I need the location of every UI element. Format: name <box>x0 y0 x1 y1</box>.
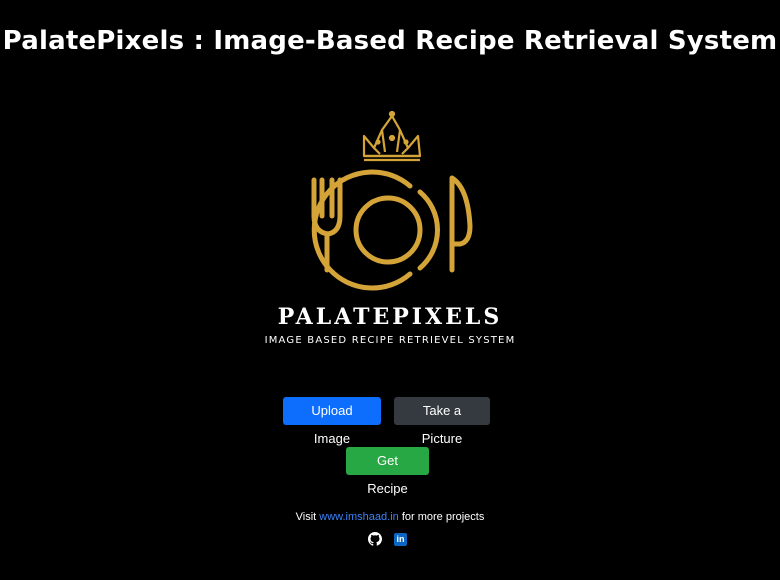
get-recipe-button[interactable]: Get Recipe <box>346 447 429 496</box>
take-picture-button[interactable]: Take a Picture <box>394 397 490 446</box>
crown-icon <box>362 110 422 162</box>
logo-wordmark: PALATEPIXELS <box>277 304 503 330</box>
knife-icon <box>449 175 473 273</box>
page-title: PalatePixels : Image-Based Recipe Retrie… <box>2 26 778 56</box>
github-icon[interactable] <box>368 532 382 546</box>
logo-graphic <box>311 110 473 291</box>
footer-text: Visit www.imshaad.in for more projects <box>0 511 780 523</box>
social-links: in <box>366 532 414 548</box>
footer-suffix: for more projects <box>398 511 485 523</box>
website-link[interactable]: www.imshaad.in <box>319 511 398 523</box>
linkedin-icon[interactable]: in <box>394 533 407 546</box>
logo-tagline: IMAGE BASED RECIPE RETRIEVEL SYSTEM <box>264 335 516 346</box>
footer-prefix: Visit <box>295 511 320 523</box>
page: PalatePixels : Image-Based Recipe Retrie… <box>0 0 780 580</box>
logo: PALATEPIXELS IMAGE BASED RECIPE RETRIEVE… <box>240 108 540 358</box>
upload-image-button[interactable]: Upload Image <box>283 397 381 446</box>
